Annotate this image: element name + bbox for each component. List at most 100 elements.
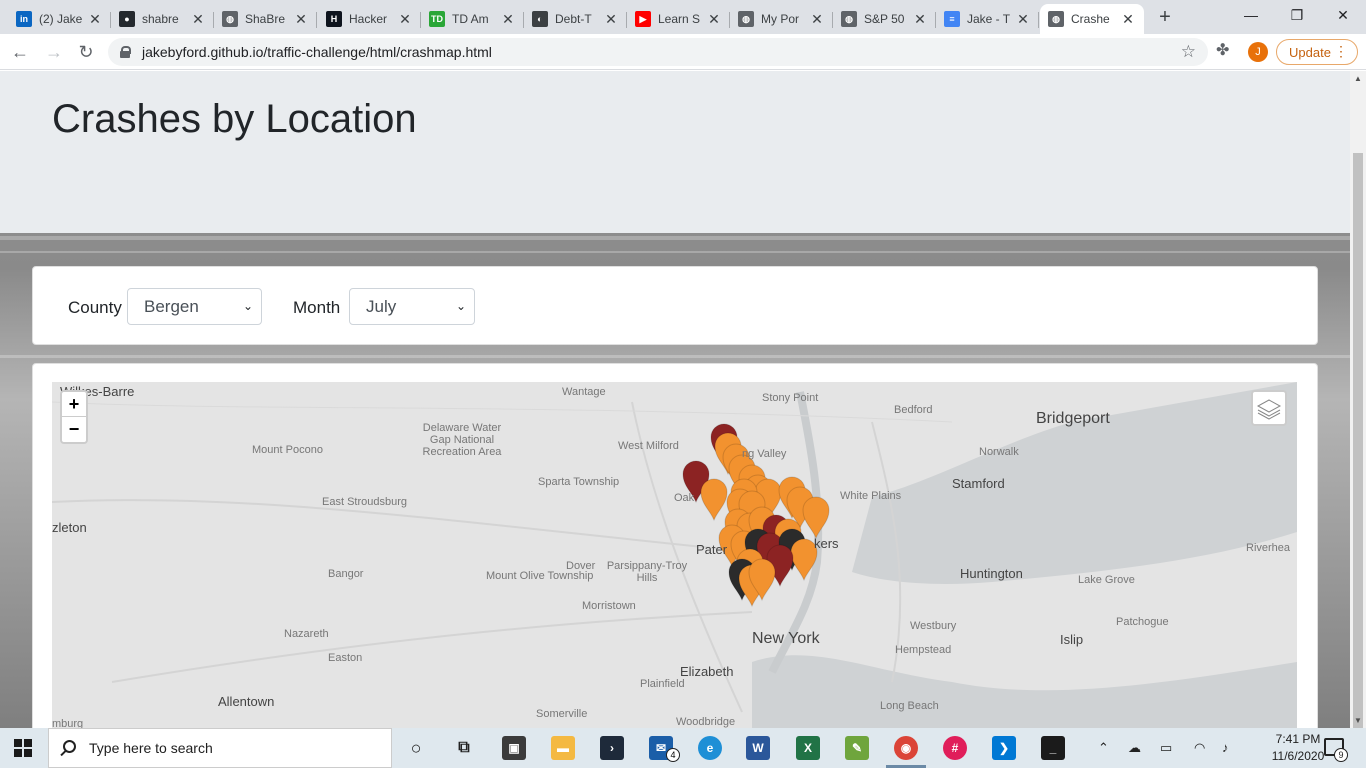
vscode-icon[interactable]: ❯ bbox=[992, 736, 1016, 760]
scroll-down-arrow[interactable]: ▼ bbox=[1354, 716, 1362, 725]
browser-tab[interactable]: ◍ Crashe ✕ bbox=[1040, 4, 1144, 34]
tab-title: Jake - T bbox=[967, 12, 1011, 26]
battery-icon[interactable]: ▭ bbox=[1160, 740, 1172, 756]
map-place-label: Parsippany-Troy Hills bbox=[606, 560, 688, 584]
close-tab-icon[interactable]: ✕ bbox=[809, 11, 825, 28]
forward-button[interactable]: → bbox=[42, 40, 66, 64]
bookmark-star-icon[interactable]: ☆ bbox=[1181, 42, 1196, 62]
close-tab-icon[interactable]: ✕ bbox=[397, 11, 413, 28]
windows-start-icon[interactable] bbox=[14, 739, 32, 757]
close-window-button[interactable]: ✕ bbox=[1320, 0, 1366, 30]
close-tab-icon[interactable]: ✕ bbox=[190, 11, 206, 28]
map-place-label: Stony Point bbox=[762, 392, 819, 404]
county-select-value: Bergen bbox=[144, 297, 199, 316]
close-tab-icon[interactable]: ✕ bbox=[706, 11, 722, 28]
taskbar-search-box[interactable]: Type here to search bbox=[48, 728, 392, 768]
back-button[interactable]: ← bbox=[8, 40, 32, 64]
browser-tab[interactable]: ◐ Debt-T ✕ bbox=[524, 4, 627, 34]
scroll-thumb[interactable] bbox=[1353, 153, 1363, 728]
map-place-label: Mount Pocono bbox=[252, 444, 323, 456]
browser-tab[interactable]: ≡ Jake - T ✕ bbox=[936, 4, 1039, 34]
terminal-icon[interactable]: _ bbox=[1041, 736, 1065, 760]
close-tab-icon[interactable]: ✕ bbox=[1015, 11, 1031, 28]
browser-tab[interactable]: ◍ My Por ✕ bbox=[730, 4, 833, 34]
slack-icon[interactable]: # bbox=[943, 736, 967, 760]
close-tab-icon[interactable]: ✕ bbox=[912, 11, 928, 28]
store-icon[interactable]: ▣ bbox=[502, 736, 526, 760]
lock-icon bbox=[120, 46, 131, 58]
month-select[interactable]: July ⌄ bbox=[349, 288, 475, 325]
browser-toolbar: ← → ↻ jakebyford.github.io/traffic-chall… bbox=[0, 34, 1366, 70]
tab-title: Hacker bbox=[349, 12, 388, 26]
map-place-label: mburg bbox=[52, 718, 84, 728]
onedrive-icon[interactable]: ☁ bbox=[1128, 740, 1141, 756]
browser-tab[interactable]: TD TD Am ✕ bbox=[421, 4, 524, 34]
close-tab-icon[interactable]: ✕ bbox=[500, 11, 516, 28]
page-scrollbar[interactable]: ▲ ▼ bbox=[1350, 71, 1366, 728]
zoom-in-button[interactable]: + bbox=[62, 392, 86, 417]
chevron-down-icon: ⌄ bbox=[242, 299, 253, 313]
notification-badge: 9 bbox=[1334, 748, 1348, 762]
td-ameritrade-icon: TD bbox=[429, 11, 445, 27]
county-select[interactable]: Bergen ⌄ bbox=[127, 288, 262, 325]
system-clock[interactable]: 7:41 PM 11/6/2020 bbox=[1268, 731, 1328, 765]
map-place-label: Somerville bbox=[536, 708, 588, 720]
tab-title: ShaBre bbox=[245, 12, 286, 26]
menu-dots-icon: ⋮ bbox=[1334, 43, 1348, 59]
map-place-label: Riverhea bbox=[1246, 542, 1291, 554]
browser-tab[interactable]: ◍ ShaBre ✕ bbox=[214, 4, 317, 34]
close-tab-icon[interactable]: ✕ bbox=[1120, 11, 1136, 28]
browser-tab[interactable]: ● shabre ✕ bbox=[111, 4, 214, 34]
task-view-icon[interactable]: ⧉ bbox=[452, 736, 476, 760]
map-place-label: Hempstead bbox=[895, 644, 952, 656]
map-place-label: Wantage bbox=[562, 386, 606, 398]
close-tab-icon[interactable]: ✕ bbox=[87, 11, 103, 28]
file-explorer-icon[interactable]: ▬ bbox=[551, 736, 575, 760]
tab-title: (2) Jake bbox=[39, 12, 83, 26]
globe-icon: ◍ bbox=[1048, 11, 1064, 27]
map-place-label: Patchogue bbox=[1116, 616, 1169, 628]
volume-icon[interactable]: ♪ bbox=[1222, 740, 1229, 755]
address-bar[interactable]: jakebyford.github.io/traffic-challenge/h… bbox=[108, 38, 1208, 66]
map-place-label: Bedford bbox=[894, 404, 933, 416]
map-place-label: Long Beach bbox=[880, 700, 939, 712]
tab-title: TD Am bbox=[452, 12, 489, 26]
close-tab-icon[interactable]: ✕ bbox=[603, 11, 619, 28]
map-place-label: New York bbox=[752, 630, 820, 647]
scroll-up-arrow[interactable]: ▲ bbox=[1354, 74, 1362, 83]
tab-title: shabre bbox=[142, 12, 179, 26]
new-tab-button[interactable]: + bbox=[1153, 6, 1177, 30]
map-base-layer bbox=[52, 382, 1297, 728]
browser-tab-bar: in (2) Jake ✕ ● shabre ✕ ◍ ShaBre ✕ H Hacker ✕ TD TD … bbox=[0, 0, 1366, 34]
chrome-icon[interactable]: ◉ bbox=[894, 736, 918, 760]
excel-icon[interactable]: X bbox=[796, 736, 820, 760]
cortana-icon[interactable]: ○ bbox=[404, 736, 428, 760]
minimize-button[interactable]: — bbox=[1228, 0, 1274, 30]
browser-tab[interactable]: H Hacker ✕ bbox=[318, 4, 421, 34]
crash-marker-pin[interactable] bbox=[802, 496, 830, 540]
reload-button[interactable]: ↻ bbox=[74, 40, 98, 64]
profile-avatar[interactable]: J bbox=[1248, 42, 1268, 62]
crash-map[interactable]: Wilkes-Barre Wantage Stony Point Bedford Bri… bbox=[52, 382, 1297, 728]
word-icon[interactable]: W bbox=[746, 736, 770, 760]
map-place-label: Allentown bbox=[218, 694, 275, 709]
maximize-button[interactable]: ❐ bbox=[1274, 0, 1320, 30]
chevron-up-icon[interactable]: ⌃ bbox=[1098, 740, 1109, 756]
layers-control-button[interactable] bbox=[1251, 390, 1287, 426]
map-place-label: Delaware Water Gap National Recreation A… bbox=[422, 422, 502, 458]
wifi-icon[interactable]: ◠ bbox=[1194, 740, 1205, 756]
powerapps-icon[interactable]: › bbox=[600, 736, 624, 760]
browser-tab[interactable]: ◍ S&P 50 ✕ bbox=[833, 4, 936, 34]
globe-icon: ◍ bbox=[841, 11, 857, 27]
notepad-icon[interactable]: ✎ bbox=[845, 736, 869, 760]
browser-tab[interactable]: ▶ Learn S ✕ bbox=[627, 4, 730, 34]
extensions-puzzle-icon[interactable]: ✤ bbox=[1216, 40, 1229, 60]
update-button[interactable]: Update ⋮ bbox=[1276, 39, 1358, 65]
close-tab-icon[interactable]: ✕ bbox=[293, 11, 309, 28]
github-icon: ● bbox=[119, 11, 135, 27]
tab-title: Debt-T bbox=[555, 12, 592, 26]
zoom-out-button[interactable]: − bbox=[62, 417, 86, 442]
edge-icon[interactable]: e bbox=[698, 736, 722, 760]
browser-tab[interactable]: in (2) Jake ✕ bbox=[8, 4, 111, 34]
crash-marker-pin[interactable] bbox=[700, 478, 728, 522]
